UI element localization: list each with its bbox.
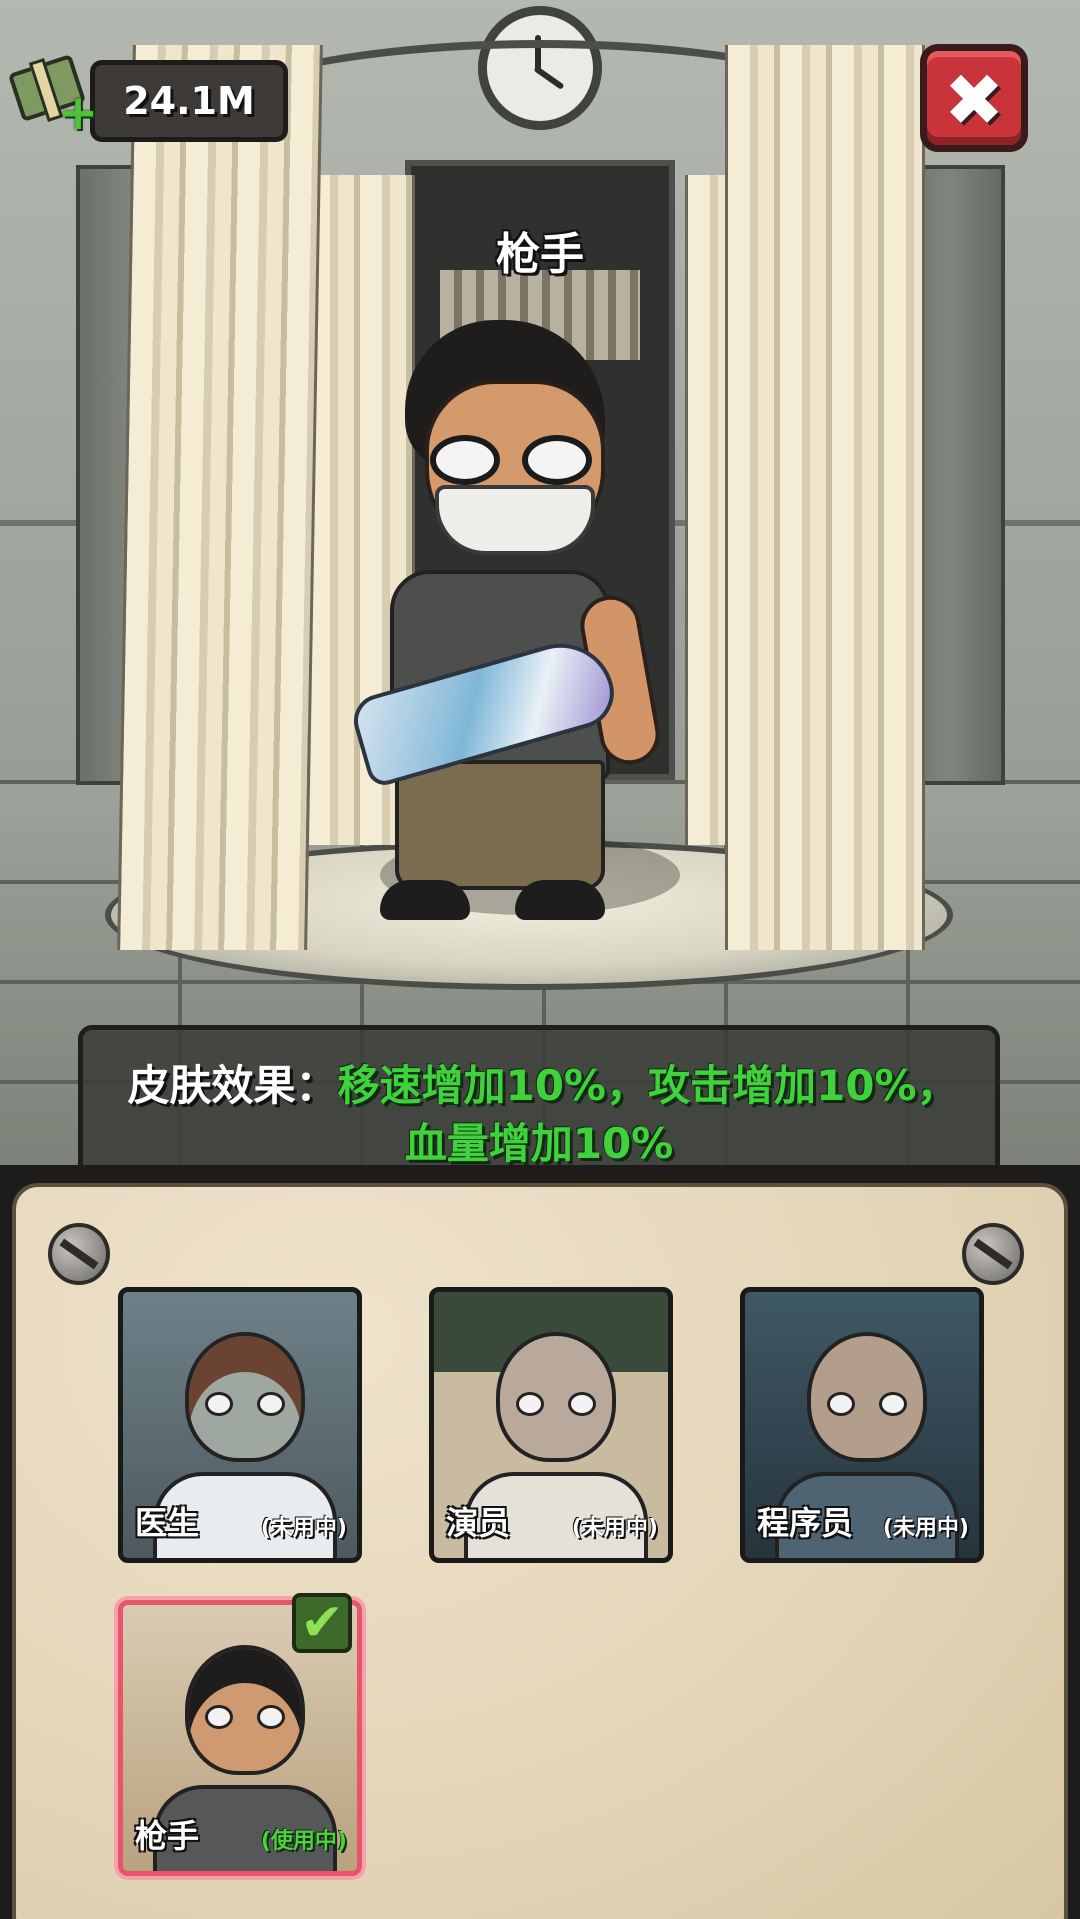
skin-name: 演员 — [446, 1504, 511, 1542]
curtain — [117, 45, 323, 950]
close-button[interactable]: ✖ — [920, 44, 1028, 152]
skin-effect-value: 血量增加10% — [404, 1119, 674, 1168]
skin-card-doctor[interactable]: 医生 (未用中) — [118, 1287, 362, 1563]
checkmark-icon: ✔ — [292, 1593, 352, 1653]
skin-effect-value: 移速增加10%，攻击增加10%， — [337, 1061, 959, 1110]
skin-effect-line2: 血量增加10% — [83, 1110, 995, 1171]
screw-icon — [48, 1223, 110, 1285]
changing-room-scene: 枪手 — [0, 0, 1080, 1180]
skin-name: 枪手 — [135, 1817, 200, 1855]
curtain — [725, 45, 925, 950]
cash-stack-add-icon[interactable]: + — [7, 54, 98, 137]
skin-effect-line1: 皮肤效果：移速增加10%，攻击增加10%， — [103, 1052, 983, 1113]
skin-name: 医生 — [135, 1504, 200, 1542]
character-name: 枪手 — [496, 229, 584, 280]
currency-value: 24.1M — [123, 79, 255, 123]
skin-status: (未用中) — [260, 1516, 347, 1541]
skin-status: (未用中) — [882, 1516, 969, 1541]
close-x-icon: ✖ — [943, 58, 1005, 142]
skin-card-actor[interactable]: 演员 (未用中) — [429, 1287, 673, 1563]
skin-effect-label: 皮肤效果： — [127, 1061, 338, 1110]
skin-status: (使用中) — [260, 1829, 347, 1854]
skin-status: (未用中) — [571, 1516, 658, 1541]
currency-display: 24.1M — [90, 60, 288, 142]
screw-icon — [962, 1223, 1024, 1285]
skin-card-programmer[interactable]: 程序员 (未用中) — [740, 1287, 984, 1563]
character-preview — [340, 320, 680, 920]
skin-name: 程序员 — [757, 1504, 854, 1542]
